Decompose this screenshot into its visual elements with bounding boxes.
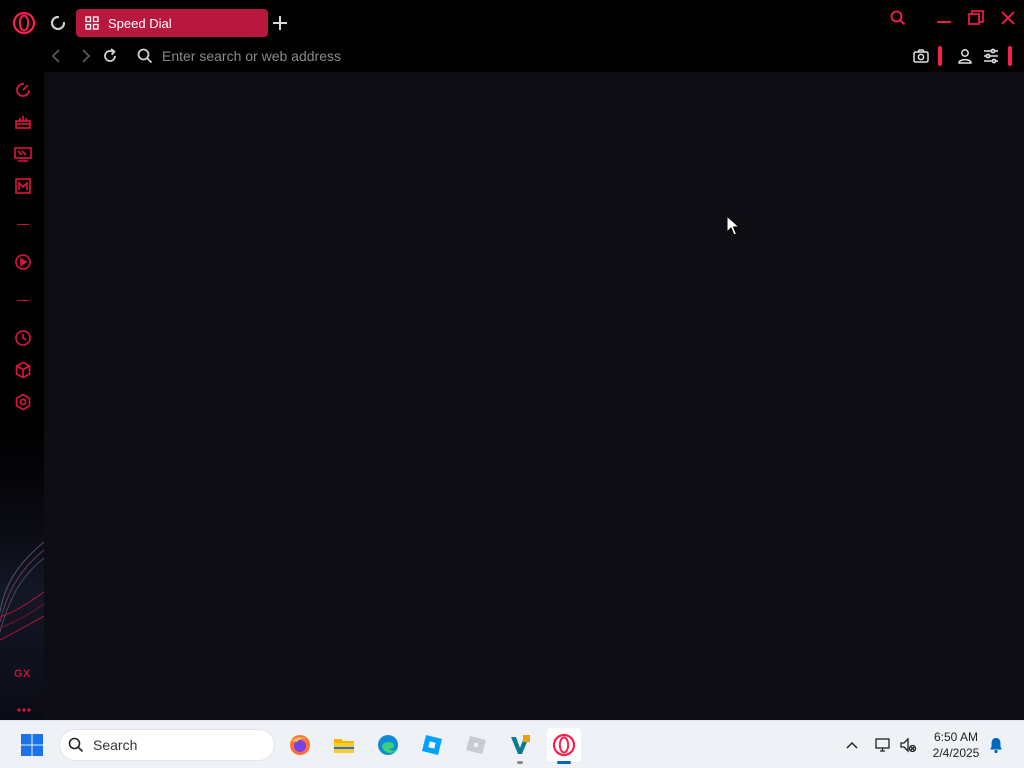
active-indicator xyxy=(557,761,571,764)
firefox-icon xyxy=(290,735,310,755)
show-hidden-icons-chevron-icon[interactable] xyxy=(843,736,861,754)
notification-bell-icon[interactable] xyxy=(987,736,1005,754)
minimize-icon[interactable] xyxy=(934,8,954,28)
folder-icon xyxy=(334,739,354,753)
clock-time[interactable]: 6:50 AM xyxy=(926,730,986,744)
volume-muted-icon[interactable] xyxy=(899,736,917,754)
running-indicator xyxy=(517,761,523,764)
address-search-icon xyxy=(136,47,154,65)
windows-start-icon[interactable] xyxy=(21,734,43,756)
gx-corner-icon[interactable] xyxy=(13,112,33,132)
restore-icon[interactable] xyxy=(966,8,986,28)
loading-spinner-icon xyxy=(50,15,66,31)
back-icon[interactable] xyxy=(48,47,66,65)
new-tab-plus-icon[interactable] xyxy=(271,14,289,32)
close-icon[interactable] xyxy=(998,8,1018,28)
extensions-icon[interactable] xyxy=(13,360,33,380)
roblox-icon xyxy=(466,736,486,754)
clock-date[interactable]: 2/4/2025 xyxy=(926,746,986,760)
navigation-toolbar: Enter search or web address xyxy=(44,40,1024,72)
taskbar-file-explorer[interactable] xyxy=(327,728,361,762)
roblox-studio-icon xyxy=(422,735,442,755)
speed-dial-page xyxy=(44,72,1024,720)
history-icon[interactable] xyxy=(13,328,33,348)
sidebar-separator xyxy=(17,224,29,225)
gx-control-label[interactable]: GX xyxy=(14,668,31,680)
accent-indicator xyxy=(938,46,942,66)
easy-setup-icon[interactable] xyxy=(982,47,1000,65)
sidebar: GX xyxy=(0,72,44,720)
forward-icon[interactable] xyxy=(76,47,94,65)
sidebar-wallpaper-art xyxy=(0,541,44,641)
windows-taskbar: Search 6:50 AM 2/4/2025 xyxy=(0,720,1024,768)
edge-icon xyxy=(378,735,398,755)
tab-speed-dial[interactable]: Speed Dial xyxy=(76,9,268,37)
taskbar-roblox-studio[interactable] xyxy=(415,728,449,762)
accent-indicator-right xyxy=(1008,46,1012,66)
title-bar: Speed Dial xyxy=(0,0,1024,44)
search-tabs-icon[interactable] xyxy=(888,8,908,28)
opera-gx-icon xyxy=(552,733,576,757)
address-bar[interactable]: Enter search or web address xyxy=(162,48,341,64)
twitch-icon[interactable] xyxy=(13,144,33,164)
reload-icon[interactable] xyxy=(101,47,119,65)
network-icon[interactable] xyxy=(874,736,892,754)
taskbar-opera-gx[interactable] xyxy=(547,728,581,764)
vs-code-icon xyxy=(511,735,530,754)
more-options-icon[interactable] xyxy=(16,700,32,712)
taskbar-roblox[interactable] xyxy=(459,728,493,762)
opera-gx-menu-icon[interactable] xyxy=(12,11,36,35)
mouse-cursor-icon xyxy=(726,214,741,237)
taskbar-edge[interactable] xyxy=(371,728,405,762)
profile-icon[interactable] xyxy=(956,47,974,65)
taskbar-visual-studio-code[interactable] xyxy=(503,728,537,764)
player-icon[interactable] xyxy=(13,252,33,272)
tab-label: Speed Dial xyxy=(108,16,172,31)
search-label: Search xyxy=(93,737,138,753)
speed-dial-grid-icon xyxy=(85,16,99,30)
sidebar-separator xyxy=(17,300,29,301)
speed-dial-icon[interactable] xyxy=(13,80,33,100)
snapshot-camera-icon[interactable] xyxy=(912,47,930,65)
settings-icon[interactable] xyxy=(13,392,33,412)
search-icon xyxy=(68,737,84,753)
gmail-icon[interactable] xyxy=(13,176,33,196)
browser-window: Speed Dial Enter search or web address G… xyxy=(0,0,1024,720)
taskbar-firefox[interactable] xyxy=(283,728,317,762)
taskbar-search[interactable]: Search xyxy=(60,730,274,760)
